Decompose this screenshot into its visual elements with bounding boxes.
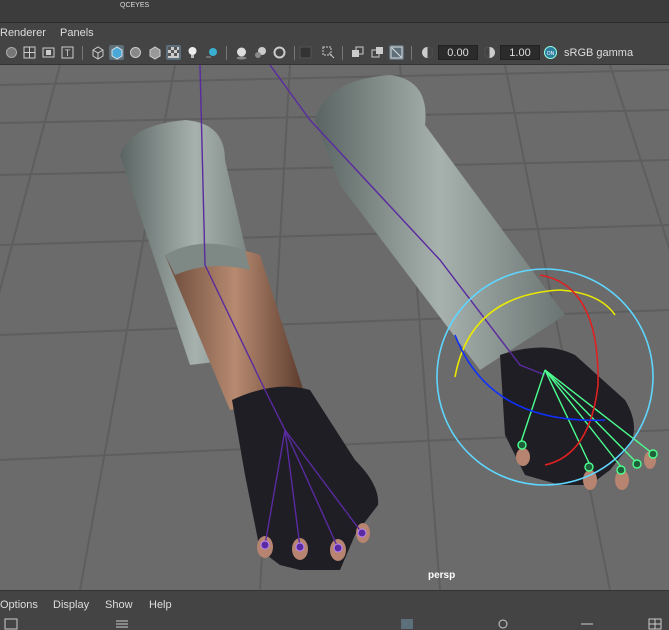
exposure-field[interactable]: 0.00 <box>438 45 478 60</box>
camera-icon[interactable] <box>4 45 19 60</box>
bottom-panel-bar: Options Display Show Help <box>0 590 669 630</box>
right-arm-mesh <box>315 75 656 490</box>
textured-icon[interactable] <box>166 45 181 60</box>
gamma-toggle-icon[interactable] <box>482 45 497 60</box>
exposure-icon[interactable] <box>389 45 404 60</box>
zoom-icon[interactable] <box>497 618 511 630</box>
lights-icon[interactable] <box>185 45 200 60</box>
panel-menu-bar: Renderer Panels <box>0 23 669 42</box>
menu-options[interactable]: Options <box>0 599 38 611</box>
xray-joints-icon[interactable] <box>350 45 365 60</box>
wireframe-on-shaded-icon[interactable] <box>128 45 143 60</box>
menu-help[interactable]: Help <box>149 599 172 611</box>
toolbar-separator <box>342 46 343 60</box>
default-material-icon[interactable] <box>147 45 162 60</box>
shelf-label: QCEYES <box>120 2 150 9</box>
window-top-strip: QCEYES <box>0 0 669 23</box>
wireframe-icon[interactable] <box>90 45 105 60</box>
backface-icon[interactable] <box>370 45 385 60</box>
isolate-select-icon[interactable] <box>298 45 313 60</box>
menu-panels[interactable]: Panels <box>60 27 94 39</box>
toolbar-separator <box>411 46 412 60</box>
list-icon[interactable] <box>115 618 129 630</box>
grid-icon[interactable] <box>22 45 37 60</box>
perspective-viewport[interactable]: persp <box>0 65 669 590</box>
ambient-occlusion-icon[interactable] <box>234 45 249 60</box>
bottom-icon-row <box>0 618 669 630</box>
antialias-icon[interactable] <box>272 45 287 60</box>
camera-label: persp <box>428 570 456 581</box>
menu-renderer[interactable]: Renderer <box>0 27 46 39</box>
smooth-shade-icon[interactable] <box>109 45 124 60</box>
svg-text:ON: ON <box>547 51 555 57</box>
viewport-scene <box>0 65 669 590</box>
motion-blur-icon[interactable] <box>253 45 268 60</box>
svg-text:T: T <box>65 48 71 58</box>
menu-display[interactable]: Display <box>53 599 89 611</box>
outliner-icon[interactable] <box>4 618 18 630</box>
color-space-label[interactable]: sRGB gamma <box>564 47 633 59</box>
panel-toolbar: T 0.00 1.00 ON sRGB gamma <box>0 42 669 65</box>
graph-icon[interactable] <box>400 618 414 630</box>
shadows-icon[interactable] <box>204 45 219 60</box>
toolbar-separator <box>294 46 295 60</box>
color-management-icon[interactable]: ON <box>543 45 558 60</box>
arrows-icon[interactable] <box>580 618 594 630</box>
gamma-field[interactable]: 1.00 <box>500 45 540 60</box>
menu-show[interactable]: Show <box>105 599 133 611</box>
xray-icon[interactable] <box>321 45 336 60</box>
grid-toggle-icon[interactable] <box>648 618 662 630</box>
gamma-icon[interactable] <box>420 45 435 60</box>
toolbar-separator <box>226 46 227 60</box>
toolbar-separator <box>82 46 83 60</box>
film-gate-icon[interactable] <box>41 45 56 60</box>
text-icon[interactable]: T <box>60 45 75 60</box>
